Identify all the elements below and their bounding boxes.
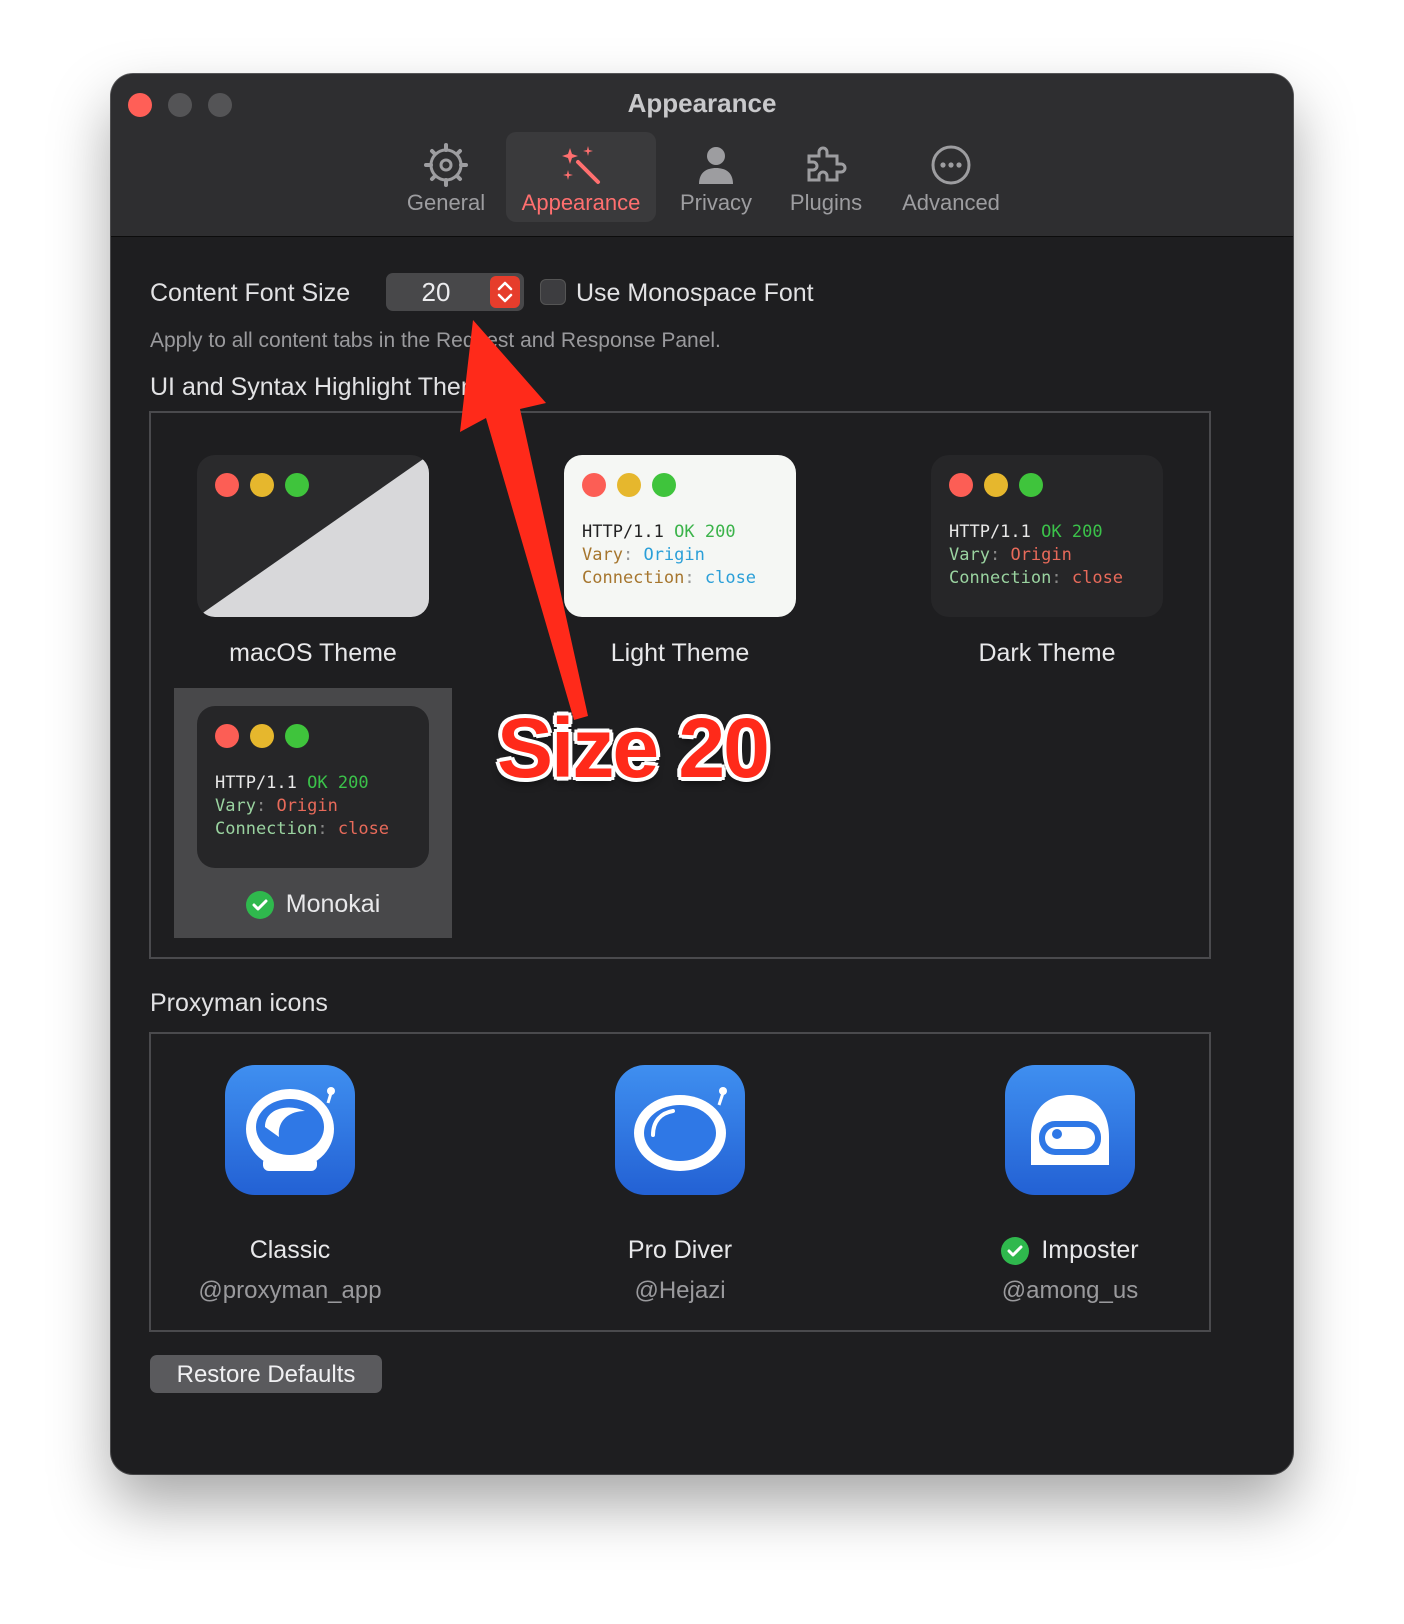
gear-icon (424, 143, 468, 187)
person-icon (699, 147, 733, 184)
checkmark-icon (1001, 1237, 1030, 1266)
pro-diver-icon-name[interactable]: Pro Diver (530, 1236, 830, 1265)
pro-diver-app-icon[interactable] (615, 1065, 745, 1195)
restore-defaults-button[interactable]: Restore Defaults (150, 1355, 382, 1393)
preferences-tabs: General Appearance Privacy Plugins Advan… (111, 132, 1293, 228)
theme-grid: macOS Theme HTTP/1.1 OK 200 Vary: Origin… (149, 411, 1211, 959)
classic-icon-name[interactable]: Classic (140, 1236, 440, 1265)
tab-general[interactable]: General (391, 132, 501, 222)
macos-theme-name[interactable]: macOS Theme (183, 639, 443, 668)
tab-general-label: General (406, 190, 486, 215)
dark-theme-card[interactable]: HTTP/1.1 OK 200 Vary: Origin Connection:… (931, 455, 1163, 617)
icons-section-title: Proxyman icons (150, 989, 328, 1017)
monokai-theme-card[interactable]: HTTP/1.1 OK 200 Vary: Origin Connection:… (197, 706, 429, 868)
tab-plugins-label: Plugins (789, 190, 863, 215)
titlebar: Appearance General Appearance Privacy Pl… (111, 74, 1293, 237)
theme-section-title: UI and Syntax Highlight Theme (150, 373, 496, 401)
monokai-theme-name: Monokai (285, 890, 381, 918)
stepper-arrows[interactable] (490, 276, 520, 308)
appearance-pane: Content Font Size 20 Use Monospace Font … (111, 237, 1293, 1474)
tab-advanced[interactable]: Advanced (886, 132, 1016, 222)
font-size-hint: Apply to all content tabs in the Request… (150, 329, 721, 352)
annotation-label: Size 20 (497, 701, 770, 795)
tab-plugins[interactable]: Plugins (771, 132, 881, 222)
tab-appearance[interactable]: Appearance (506, 132, 656, 222)
dark-theme-code: HTTP/1.1 OK 200 Vary: Origin Connection:… (949, 522, 1124, 588)
font-size-stepper[interactable]: 20 (386, 273, 524, 311)
macos-theme-card[interactable] (197, 455, 429, 617)
ellipsis-circle-icon (931, 145, 971, 185)
imposter-helmet-icon (1031, 1095, 1109, 1165)
tab-privacy[interactable]: Privacy (661, 132, 771, 222)
astronaut-helmet-icon (246, 1087, 335, 1171)
font-size-label: Content Font Size (150, 279, 351, 307)
classic-app-icon[interactable] (225, 1065, 355, 1195)
magic-wand-icon (562, 146, 600, 184)
theme-diagonal-preview (197, 455, 429, 617)
window-title: Appearance (627, 88, 777, 118)
icon-grid: Classic @proxyman_app Pro Diver @Hejazi (149, 1032, 1211, 1332)
imposter-icon-label[interactable]: Imposter (920, 1236, 1220, 1266)
tab-privacy-label: Privacy (679, 190, 753, 215)
diver-helmet-icon (634, 1087, 727, 1171)
puzzle-icon (807, 146, 847, 182)
dark-theme-name[interactable]: Dark Theme (917, 639, 1177, 668)
monospace-label: Use Monospace Font (576, 279, 814, 307)
pro-diver-icon-author: @Hejazi (634, 1277, 726, 1304)
checkmark-icon (245, 891, 274, 920)
imposter-icon-author: @among_us (1001, 1277, 1139, 1304)
tab-appearance-label: Appearance (521, 190, 641, 215)
light-theme-code: HTTP/1.1 OK 200 Vary: Origin Connection:… (582, 522, 757, 588)
imposter-app-icon[interactable] (1005, 1065, 1135, 1195)
monospace-checkbox[interactable] (540, 279, 566, 305)
imposter-icon-name: Imposter (1041, 1236, 1139, 1264)
classic-icon-author: @proxyman_app (198, 1277, 382, 1304)
font-size-value[interactable]: 20 (386, 277, 486, 308)
monokai-theme-label[interactable]: Monokai (183, 890, 443, 920)
light-theme-name[interactable]: Light Theme (550, 639, 810, 668)
tab-advanced-label: Advanced (902, 190, 1000, 215)
chevron-up-down-icon (497, 281, 513, 303)
monokai-theme-code: HTTP/1.1 OK 200 Vary: Origin Connection:… (215, 773, 390, 839)
light-theme-card[interactable]: HTTP/1.1 OK 200 Vary: Origin Connection:… (564, 455, 796, 617)
